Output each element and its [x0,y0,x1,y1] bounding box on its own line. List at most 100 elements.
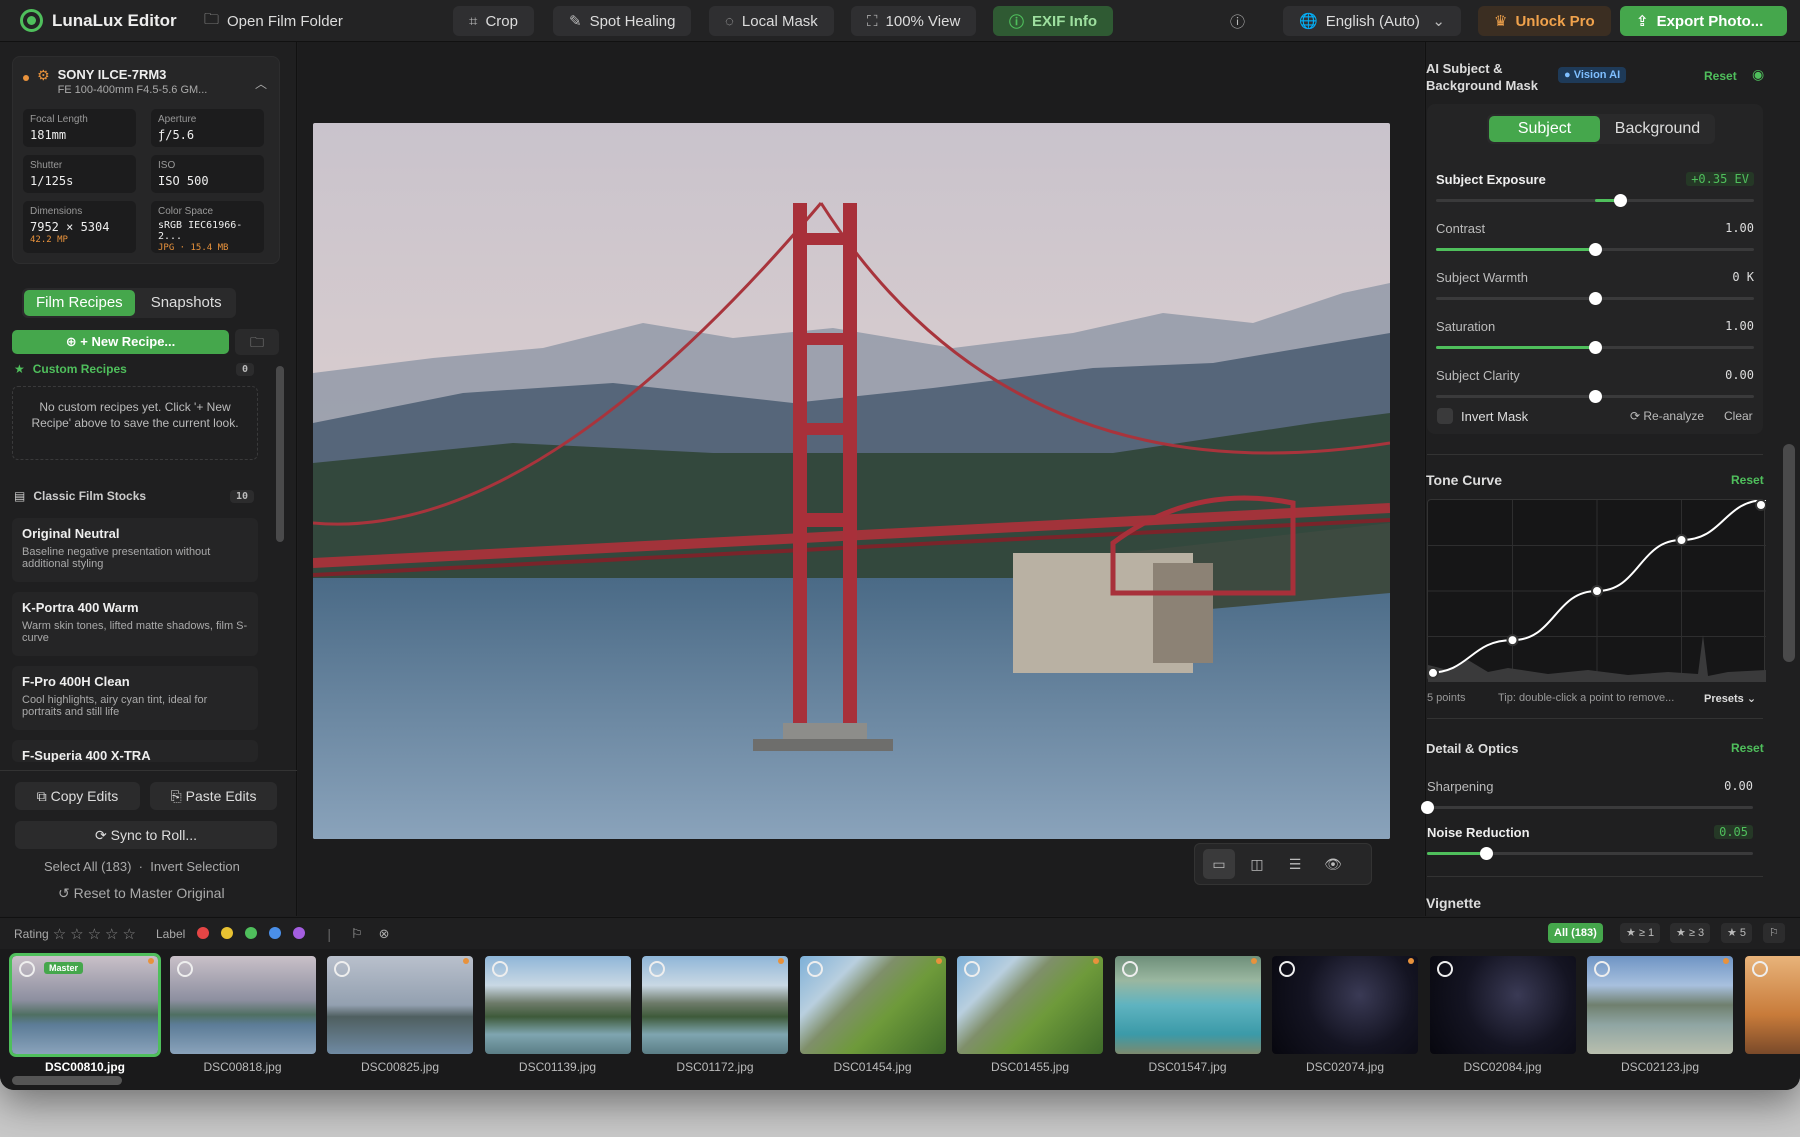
100-view-button[interactable]: ⛶ 100% View [851,6,977,36]
ai-mask-reset-button[interactable]: Reset [1704,69,1737,83]
about-button[interactable]: ⓘ [1220,6,1255,36]
tab-film-recipes[interactable]: Film Recipes [24,290,135,316]
select-circle-icon[interactable] [1594,961,1610,977]
select-circle-icon[interactable] [1436,961,1453,977]
language-select[interactable]: 🌐 English (Auto) ⌄ [1283,6,1461,36]
slider-track[interactable] [1427,806,1753,809]
spot-healing-button[interactable]: ✎ Spot Healing [553,6,692,36]
recipe-item[interactable]: Original Neutral Baseline negative presen… [12,518,258,582]
color-label-dot[interactable] [197,926,210,939]
slider-knob[interactable] [1589,243,1602,256]
detail-optics-reset-button[interactable]: Reset [1731,741,1764,755]
tone-curve-editor[interactable] [1427,499,1767,682]
filmstrip-thumb[interactable] [1429,956,1576,1054]
color-label-dot[interactable] [221,926,234,939]
slider-knob[interactable] [1589,292,1602,305]
rating-star-icon[interactable]: ☆ [88,925,101,943]
filmstrip-thumb[interactable] [327,956,473,1054]
filmstrip-thumb[interactable] [484,956,631,1054]
curve-point[interactable] [1755,499,1767,511]
slider-knob[interactable] [1421,801,1434,814]
color-label-dot[interactable] [269,926,282,939]
filmstrip-thumb[interactable] [1744,956,1800,1054]
select-circle-icon[interactable] [334,961,350,977]
open-folder-button[interactable]: 🗀 Open Film Folder [188,6,359,36]
filmstrip-thumb[interactable] [1114,956,1261,1054]
slider-subject-clarity[interactable]: Subject Clarity 0.00 [1436,368,1754,403]
filmstrip-thumb[interactable] [1272,956,1418,1054]
recipe-item[interactable]: K-Portra 400 Warm Warm skin tones, lifted… [12,592,258,656]
slider-noise-reduction[interactable]: Noise Reduction 0.05 [1427,825,1753,860]
tab-background[interactable]: Background [1602,116,1713,142]
curve-point[interactable] [1506,634,1519,647]
filmstrip-thumb[interactable]: Master [9,953,161,1057]
select-all-link[interactable]: Select All (183) [44,859,131,874]
slider-contrast[interactable]: Contrast 1.00 [1436,221,1754,256]
invert-selection-link[interactable]: Invert Selection [150,859,240,874]
color-label-dot[interactable] [293,926,306,939]
main-photo[interactable] [313,123,1390,839]
slider-knob[interactable] [1589,390,1602,403]
filmstrip-thumb[interactable] [1587,956,1733,1054]
split-view-icon[interactable]: ◫ [1241,849,1273,879]
curve-point[interactable] [1675,534,1688,547]
select-circle-icon[interactable] [1751,961,1768,977]
collapse-chevron-icon[interactable]: ︿ [255,75,267,92]
slider-knob[interactable] [1479,847,1493,860]
select-circle-icon[interactable] [176,961,193,977]
recipe-item[interactable]: F-Superia 400 X-TRA [12,740,258,762]
filmstrip-thumb[interactable] [799,956,946,1054]
exif-info-button[interactable]: ⓘ EXIF Info [993,6,1114,36]
slider-subject-warmth[interactable]: Subject Warmth 0 K [1436,270,1754,305]
rating-star-icon[interactable]: ☆ [53,925,66,943]
recipes-scrollbar[interactable] [276,366,284,542]
reanalyze-button[interactable]: ⟳ Re-analyze [1630,409,1704,423]
filmstrip-thumb[interactable] [957,956,1103,1054]
sync-to-roll-button[interactable]: ⟳ Sync to Roll... [15,821,277,849]
mask-eye-icon[interactable]: ◉ [1752,66,1764,83]
flag-icon[interactable]: ⚐ [351,926,363,942]
copy-edits-button[interactable]: ⧉ Copy Edits [15,782,140,810]
stacked-view-icon[interactable]: ☰ [1279,849,1311,879]
reset-master-link[interactable]: ↺ Reset to Master Original [58,885,225,902]
export-photo-button[interactable]: ⇪ Export Photo... [1620,6,1787,36]
slider-sharpening[interactable]: Sharpening 0.00 [1421,779,1753,814]
tab-snapshots[interactable]: Snapshots [139,290,234,316]
tab-subject[interactable]: Subject [1489,116,1600,142]
custom-recipes-header[interactable]: ★ Custom Recipes 0 [14,362,254,376]
crop-button[interactable]: ⌗ Crop [453,6,534,36]
select-circle-icon[interactable] [649,961,665,977]
rating-star-icon[interactable]: ☆ [123,925,136,943]
single-view-icon[interactable]: ▭ [1203,849,1235,879]
new-recipe-button[interactable]: ⊕ + New Recipe... [12,330,229,354]
filter-flag-chip[interactable]: ⚐ [1763,923,1785,943]
unlock-pro-button[interactable]: ♛ Unlock Pro [1478,6,1611,36]
filmstrip-thumb[interactable] [169,956,316,1054]
reject-icon[interactable]: ⊗ [379,926,390,942]
slider-knob[interactable] [1589,341,1602,354]
select-circle-icon[interactable] [1279,961,1295,977]
select-circle-icon[interactable] [806,961,823,977]
invert-mask-checkbox[interactable] [1437,408,1453,424]
recipe-item[interactable]: F-Pro 400H Clean Cool highlights, airy cy… [12,666,258,730]
curve-point[interactable] [1591,585,1603,597]
filter-rating-5-chip[interactable]: ★ 5 [1721,923,1753,943]
filter-all-chip[interactable]: All (183) [1548,923,1603,943]
paste-edits-button[interactable]: ⎘ Paste Edits [150,782,277,810]
right-panel-scrollbar[interactable] [1783,444,1795,662]
rating-star-icon[interactable]: ☆ [105,925,118,943]
curve-point[interactable] [1427,666,1439,679]
filmstrip-scrollbar[interactable] [12,1076,122,1085]
filter-rating-3-chip[interactable]: ★ ≥ 3 [1670,923,1711,943]
slider-subject-exposure[interactable]: Subject Exposure +0.35 EV [1436,172,1754,207]
local-mask-button[interactable]: ◌ Local Mask [709,6,834,36]
color-label-dot[interactable] [245,926,258,939]
select-circle-icon[interactable] [964,961,980,977]
classic-stocks-header[interactable]: ▤ Classic Film Stocks 10 [14,489,254,503]
tone-curve-reset-button[interactable]: Reset [1731,473,1764,487]
select-circle-icon[interactable] [491,961,508,977]
select-circle-icon[interactable] [1121,961,1138,977]
recipe-folder-button[interactable]: 🗀 [235,329,279,355]
filmstrip-thumb[interactable] [642,956,788,1054]
clear-mask-button[interactable]: Clear [1724,409,1753,423]
